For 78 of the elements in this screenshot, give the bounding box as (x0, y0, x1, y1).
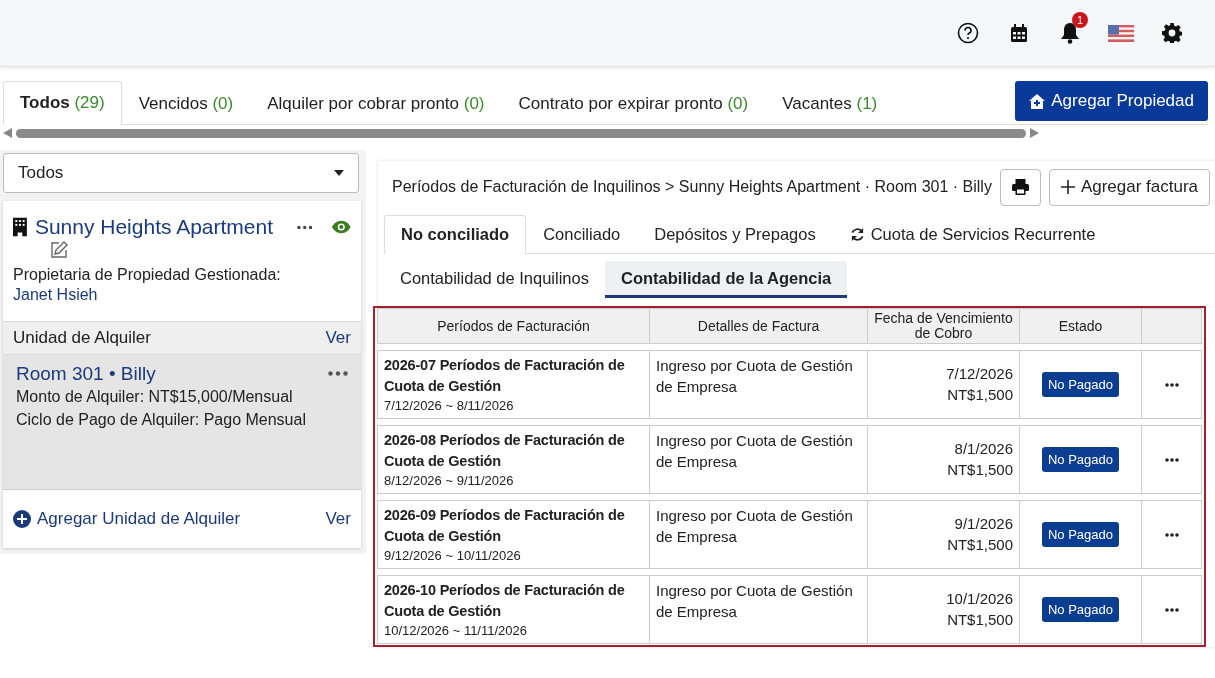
owner-link[interactable]: Janet Hsieh (13, 286, 98, 303)
column-header: Períodos de Facturación (378, 309, 650, 343)
billing-tab[interactable]: Depósitos y Prepagos (637, 215, 833, 254)
settings-icon[interactable] (1161, 23, 1182, 43)
notification-badge: 1 (1072, 12, 1088, 28)
property-name[interactable]: Sunny Heights Apartment (34, 215, 274, 239)
add-unit-link[interactable]: Agregar Unidad de Alquiler (13, 509, 241, 529)
period-title: 2026-10 Períodos de Facturación de Cuota de Gestión (384, 581, 626, 621)
plus-circle-icon (13, 510, 31, 528)
add-property-button[interactable]: Agregar Propiedad (1015, 81, 1208, 121)
details-cell: Ingreso por Cuota de Gestión de Empresa (650, 426, 868, 493)
unit-name[interactable]: Room 301 • Billy (16, 363, 351, 385)
add-invoice-button[interactable]: Agregar factura (1048, 168, 1211, 206)
date-range: 10/12/2026 ~ 11/11/2026 (384, 622, 528, 639)
eye-icon[interactable] (332, 219, 351, 235)
accounting-tab[interactable]: Contabilidad de la Agencia (604, 261, 848, 298)
filter-tab[interactable]: Todos (29) (3, 81, 122, 125)
caret-icon (334, 170, 344, 176)
billing-tab[interactable]: Cuota de Servicios Recurrente (832, 215, 1113, 254)
flag-icon[interactable] (1107, 24, 1134, 42)
calendar-icon[interactable] (1010, 24, 1027, 42)
print-button[interactable] (999, 168, 1041, 206)
help-icon[interactable] (956, 22, 979, 44)
amount: NT$1,500 (946, 610, 1013, 630)
due-date: 7/12/2026 (945, 364, 1013, 384)
more-icon[interactable] (1164, 382, 1179, 387)
payment-cycle: Ciclo de Pago de Alquiler: Pago Mensual (16, 410, 307, 430)
status-badge: No Pagado (1041, 522, 1120, 547)
more-icon[interactable] (328, 371, 348, 376)
due-date: 10/1/2026 (945, 589, 1013, 609)
status-badge: No Pagado (1041, 372, 1120, 397)
bell-icon[interactable] (1059, 22, 1080, 44)
more-icon[interactable] (1164, 457, 1179, 462)
more-icon[interactable] (1164, 607, 1179, 612)
edit-icon[interactable] (50, 241, 68, 259)
date-range: 7/12/2026 ~ 8/11/2026 (384, 397, 515, 414)
column-header: Detalles de Factura (650, 309, 868, 343)
print-icon (1011, 179, 1029, 195)
filter-tab[interactable]: Alquiler por cobrar pronto (0) (250, 82, 502, 125)
amount: NT$1,500 (946, 460, 1013, 480)
breadcrumb: Períodos de Facturación de Inquilinos > Sunny Heights Apartment · Room 301 · Billy (392, 178, 992, 196)
filter-tab[interactable]: Vacantes (1) (765, 82, 895, 125)
amount: NT$1,500 (946, 385, 1013, 405)
view-link[interactable]: Ver (325, 509, 351, 529)
rent-amount: Monto de Alquiler: NT$15,000/Mensual (16, 387, 294, 407)
filter-tab[interactable]: Vencidos (0) (121, 82, 251, 125)
due-date: 9/1/2026 (953, 514, 1013, 534)
period-title: 2026-07 Períodos de Facturación de Cuota de Gestión (384, 356, 626, 396)
details-cell: Ingreso por Cuota de Gestión de Empresa (650, 576, 868, 643)
scroll-left-icon[interactable] (3, 128, 12, 138)
column-header: Estado (1020, 309, 1142, 343)
house-plus-icon (1029, 93, 1046, 109)
rental-unit-item[interactable]: Room 301 • Billy Monto de Alquiler: NT$15,000/Mensual Ciclo de Pago de Alquiler: Pago Mensual (3, 355, 361, 489)
billing-tab[interactable]: Conciliado (526, 215, 638, 254)
more-icon[interactable] (297, 224, 313, 230)
plus-icon (1060, 180, 1075, 194)
details-cell: Ingreso por Cuota de Gestión de Empresa (650, 501, 868, 568)
accounting-tab[interactable]: Contabilidad de Inquilinos (384, 261, 605, 298)
due-date: 8/1/2026 (953, 439, 1013, 459)
date-range: 8/12/2026 ~ 9/11/2026 (384, 472, 515, 489)
period-title: 2026-08 Períodos de Facturación de Cuota de Gestión (384, 431, 626, 471)
status-badge: No Pagado (1041, 597, 1120, 622)
period-title: 2026-09 Períodos de Facturación de Cuota de Gestión (384, 506, 626, 546)
details-cell: Ingreso por Cuota de Gestión de Empresa (650, 351, 868, 418)
filter-select[interactable]: Todos (3, 153, 359, 193)
billing-tab[interactable]: No conciliado (384, 215, 527, 254)
filter-tab[interactable]: Contrato por expirar pronto (0) (501, 82, 766, 125)
status-badge: No Pagado (1041, 447, 1120, 472)
owner-text: Propietaria de Propiedad Gestionada: Janet Hsieh (13, 265, 282, 305)
refresh-icon (849, 227, 865, 242)
date-range: 9/12/2026 ~ 10/11/2026 (384, 547, 522, 564)
amount: NT$1,500 (946, 535, 1013, 555)
building-icon (13, 215, 27, 239)
units-heading: Unidad de Alquiler (13, 328, 151, 348)
more-icon[interactable] (1164, 532, 1179, 537)
view-link[interactable]: Ver (325, 328, 351, 348)
column-header: Fecha de Vencimiento de Cobro (868, 309, 1020, 343)
scroll-right-icon[interactable] (1030, 128, 1039, 138)
